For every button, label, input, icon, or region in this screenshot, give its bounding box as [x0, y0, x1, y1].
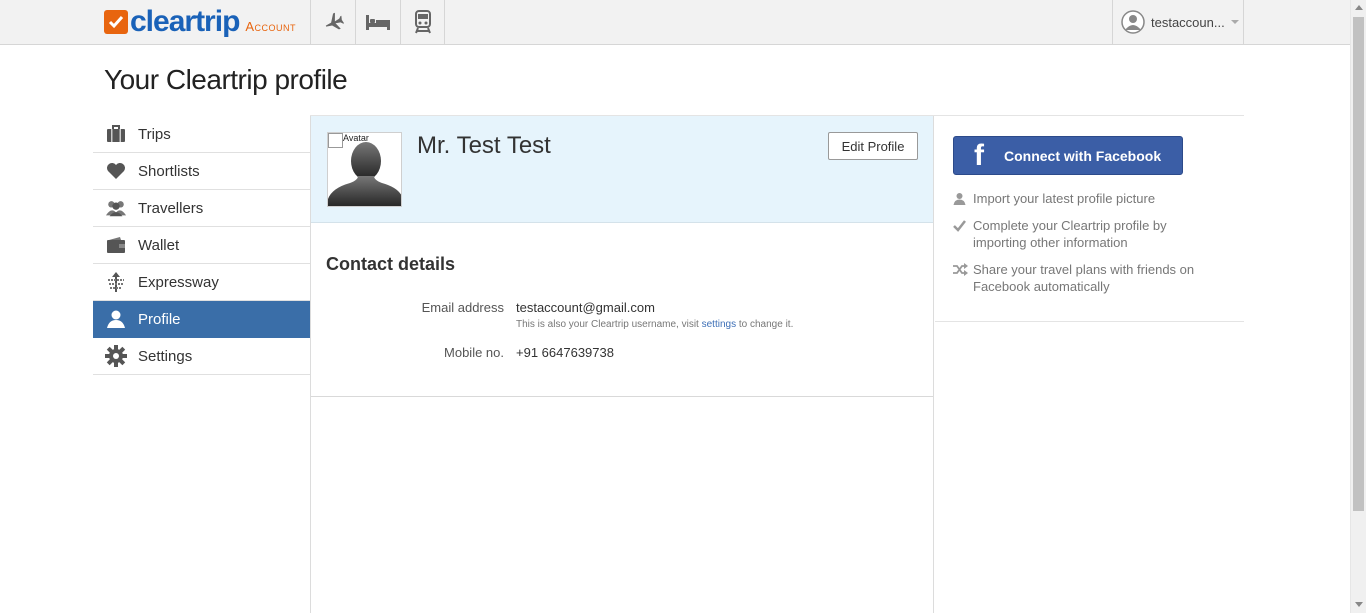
train-icon [414, 10, 431, 34]
facebook-benefits-list: Import your latest profile picture Compl… [953, 190, 1223, 305]
sidebar-item-label: Travellers [138, 199, 204, 217]
chevron-down-icon [1230, 20, 1239, 24]
sidebar-item-wallet[interactable]: Wallet [93, 227, 310, 264]
page-title: Your Cleartrip profile [104, 64, 348, 95]
facebook-panel: f Connect with Facebook Import your late… [935, 116, 1244, 322]
email-hint-text: This is also your Cleartrip username, vi… [516, 319, 699, 330]
mobile-label: Mobile no. [444, 345, 504, 360]
sidebar-item-label: Settings [138, 347, 193, 365]
scroll-thumb[interactable] [1353, 17, 1364, 511]
avatar-alt-text: Avatar [343, 133, 369, 143]
edit-profile-button[interactable]: Edit Profile [828, 132, 918, 160]
sidebar-item-label: Trips [138, 125, 171, 143]
sidebar-item-expressway[interactable]: Expressway [93, 264, 310, 301]
wallet-icon [105, 234, 127, 256]
sidebar-item-shortlists[interactable]: Shortlists [93, 153, 310, 190]
user-avatar-icon [1121, 10, 1145, 34]
sidebar-item-label: Profile [138, 310, 181, 328]
profile-main: Avatar Mr. Test Test Edit Profile Contac… [310, 116, 934, 613]
vertical-scrollbar[interactable] [1350, 0, 1366, 613]
contact-details-section: Contact details Email address testaccoun… [311, 223, 933, 397]
logo-text: cleartrip [130, 5, 240, 38]
cleartrip-logo[interactable]: cleartrip Account [104, 6, 296, 38]
nav-hotels[interactable] [355, 0, 400, 44]
flight-icon [325, 12, 344, 30]
list-item: Complete your Cleartrip profile by impor… [953, 217, 1223, 251]
connect-facebook-button[interactable]: f Connect with Facebook [953, 136, 1183, 175]
list-item: Import your latest profile picture [953, 190, 1223, 207]
sidebar-item-label: Shortlists [138, 162, 200, 180]
contact-details-heading: Contact details [326, 254, 456, 274]
heart-icon [105, 160, 127, 182]
hotel-icon [366, 15, 390, 30]
nav-flights[interactable] [310, 0, 355, 44]
sidebar-item-profile[interactable]: Profile [93, 301, 310, 338]
list-item-text: Complete your Cleartrip profile by impor… [973, 218, 1167, 250]
sidebar-item-settings[interactable]: Settings [93, 338, 310, 375]
mobile-value: +91 6647639738 [516, 345, 614, 360]
avatar[interactable]: Avatar [327, 132, 402, 207]
check-icon [953, 217, 973, 251]
account-name: testaccoun... [1151, 14, 1225, 30]
top-bar: cleartrip Account testaccoun... [0, 0, 1350, 45]
email-hint: This is also your Cleartrip username, vi… [516, 319, 793, 330]
scroll-up-icon[interactable] [1355, 5, 1363, 10]
email-label: Email address [421, 300, 504, 315]
sidebar-item-trips[interactable]: Trips [93, 116, 310, 153]
connect-facebook-label: Connect with Facebook [1004, 147, 1162, 164]
nav-trains[interactable] [400, 0, 445, 44]
profile-name: Mr. Test Test [417, 132, 551, 159]
shuffle-icon [953, 261, 973, 295]
sidebar: Trips Shortlists Travellers Wallet Expre… [93, 116, 310, 375]
logo-sub: Account [245, 18, 297, 34]
user-icon [105, 308, 127, 330]
sidebar-item-travellers[interactable]: Travellers [93, 190, 310, 227]
profile-header: Avatar Mr. Test Test Edit Profile [311, 116, 933, 223]
sidebar-item-label: Wallet [138, 236, 180, 254]
sidebar-item-label: Expressway [138, 273, 219, 291]
person-icon [953, 190, 973, 207]
avatar-broken-image-icon [328, 133, 343, 148]
gear-icon [105, 345, 127, 367]
people-icon [105, 197, 127, 219]
scroll-down-icon[interactable] [1355, 602, 1363, 607]
settings-link[interactable]: settings [702, 319, 736, 330]
logo-check-icon [104, 10, 128, 34]
list-item-text: Share your travel plans with friends on … [973, 262, 1195, 294]
email-value: testaccount@gmail.com [516, 300, 655, 315]
list-item-text: Import your latest profile picture [973, 191, 1156, 206]
briefcase-icon [105, 123, 127, 145]
email-hint-text-end: to change it. [738, 319, 794, 330]
expressway-icon [105, 271, 127, 293]
account-menu[interactable]: testaccoun... [1112, 0, 1244, 44]
list-item: Share your travel plans with friends on … [953, 261, 1223, 295]
facebook-icon: f [974, 138, 984, 172]
